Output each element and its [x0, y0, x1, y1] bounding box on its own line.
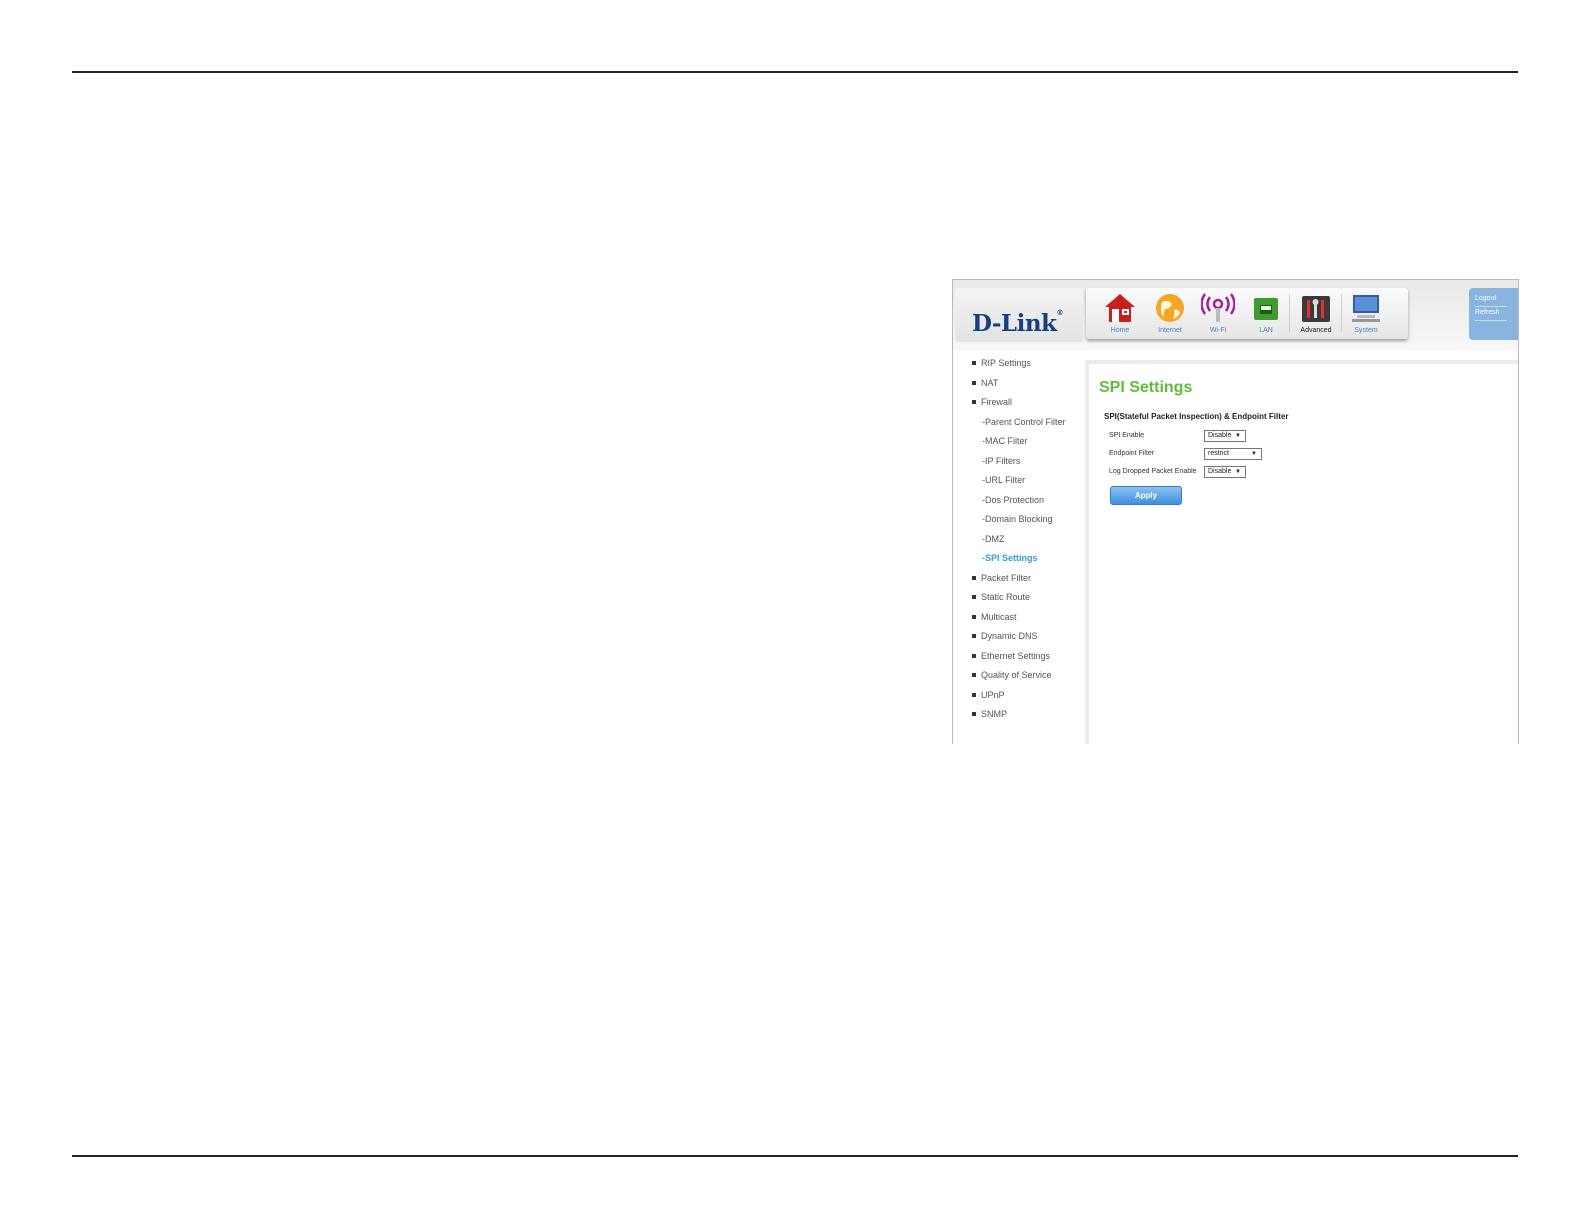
log-dropped-packet-label: Log Dropped Packet Enable	[1109, 468, 1197, 475]
endpoint-filter-value: restrict	[1208, 450, 1229, 457]
wifi-antenna-icon	[1201, 293, 1235, 322]
sidebar-item-snmp[interactable]: SNMP	[972, 709, 1007, 719]
log-dropped-packet-select[interactable]: Disable ▼	[1204, 466, 1246, 478]
nav-lan[interactable]: LAN	[1242, 290, 1290, 336]
sidebar-item-spi-settings[interactable]: -SPI Settings	[982, 553, 1038, 563]
logo-tab: D-Link®	[955, 288, 1083, 342]
nav-internet-label: Internet	[1158, 327, 1182, 334]
section-title: SPI(Stateful Packet Inspection) & Endpoi…	[1104, 412, 1289, 421]
sidebar-item-upnp[interactable]: UPnP	[972, 690, 1005, 700]
sidebar-item-domain-blocking[interactable]: -Domain Blocking	[982, 514, 1053, 524]
dropdown-caret-icon: ▼	[1235, 433, 1241, 439]
sidebar-item-qos[interactable]: Quality of Service	[972, 670, 1052, 680]
router-admin-screenshot: D-Link® Home Internet Wi-Fi LAN Advanced…	[952, 279, 1519, 744]
nav-home-label: Home	[1110, 327, 1130, 334]
sidebar-item-parent-control[interactable]: -Parent Control Filter	[982, 417, 1066, 427]
bullet-icon	[972, 633, 976, 638]
nav-internet[interactable]: Internet	[1146, 290, 1194, 336]
sidebar-item-dynamic-dns[interactable]: Dynamic DNS	[972, 631, 1038, 641]
sidebar-item-rip[interactable]: RIP Settings	[972, 358, 1031, 368]
sidebar-item-nat[interactable]: NAT	[972, 378, 998, 388]
home-icon	[1105, 294, 1135, 322]
nav-wifi-label: Wi-Fi	[1209, 327, 1227, 334]
bullet-icon	[972, 399, 976, 404]
bullet-icon	[972, 711, 976, 716]
bottom-divider	[72, 1155, 1518, 1157]
header-bar: D-Link® Home Internet Wi-Fi LAN Advanced…	[953, 280, 1518, 350]
lan-port-icon	[1254, 298, 1278, 320]
nav-lan-label: LAN	[1259, 327, 1273, 334]
sidebar-item-mac-filter[interactable]: -MAC Filter	[982, 436, 1028, 446]
page-title: SPI Settings	[1099, 379, 1193, 396]
bullet-icon	[972, 692, 976, 697]
nav-system-label: System	[1354, 327, 1378, 334]
quick-link-divider	[1475, 306, 1507, 307]
bullet-icon	[972, 360, 976, 365]
nav-separator	[1289, 294, 1290, 332]
sidebar-item-ip-filters[interactable]: -IP Filters	[982, 456, 1020, 466]
bullet-icon	[972, 594, 976, 599]
tools-icon	[1302, 296, 1330, 322]
log-dropped-packet-value: Disable	[1208, 468, 1232, 475]
apply-button[interactable]: Apply	[1110, 486, 1182, 505]
nav-system[interactable]: System	[1342, 290, 1390, 336]
sidebar-item-url-filter[interactable]: -URL Filter	[982, 475, 1025, 485]
bullet-icon	[972, 672, 976, 677]
refresh-link[interactable]: Refresh	[1475, 309, 1500, 316]
bullet-icon	[972, 575, 976, 580]
sidebar-item-firewall[interactable]: Firewall	[972, 397, 1012, 407]
nav-wifi[interactable]: Wi-Fi	[1194, 290, 1242, 336]
endpoint-filter-label: Endpoint Filter	[1109, 450, 1155, 457]
quick-link-divider	[1475, 320, 1507, 321]
computer-icon	[1352, 295, 1380, 322]
sidebar-item-static-route[interactable]: Static Route	[972, 592, 1030, 602]
nav-advanced-label: Advanced	[1300, 327, 1332, 334]
spi-enable-select[interactable]: Disable ▼	[1204, 430, 1246, 442]
sidebar-menu: RIP Settings NAT Firewall -Parent Contro…	[953, 350, 1083, 744]
quick-links-panel: Logout Refresh	[1469, 288, 1518, 340]
sidebar-item-multicast[interactable]: Multicast	[972, 612, 1017, 622]
nav-home[interactable]: Home	[1096, 290, 1144, 336]
nav-advanced[interactable]: Advanced	[1292, 290, 1340, 336]
logout-link[interactable]: Logout	[1475, 295, 1496, 302]
top-divider	[72, 71, 1518, 73]
dropdown-caret-icon: ▼	[1251, 451, 1257, 457]
spi-enable-value: Disable	[1208, 432, 1232, 439]
sidebar-item-dmz[interactable]: -DMZ	[982, 534, 1005, 544]
sidebar-item-dos-protection[interactable]: -Dos Protection	[982, 495, 1044, 505]
top-nav: Home Internet Wi-Fi LAN Advanced System	[1086, 288, 1408, 339]
endpoint-filter-select[interactable]: restrict ▼	[1204, 448, 1262, 460]
globe-icon	[1156, 294, 1184, 322]
dlink-logo: D-Link®	[972, 308, 1063, 337]
spi-enable-label: SPI Enable	[1109, 432, 1145, 439]
sidebar-item-packet-filter[interactable]: Packet Filter	[972, 573, 1031, 583]
bullet-icon	[972, 380, 976, 385]
dropdown-caret-icon: ▼	[1235, 469, 1241, 475]
sidebar-item-ethernet-settings[interactable]: Ethernet Settings	[972, 651, 1050, 661]
bullet-icon	[972, 614, 976, 619]
bullet-icon	[972, 653, 976, 658]
